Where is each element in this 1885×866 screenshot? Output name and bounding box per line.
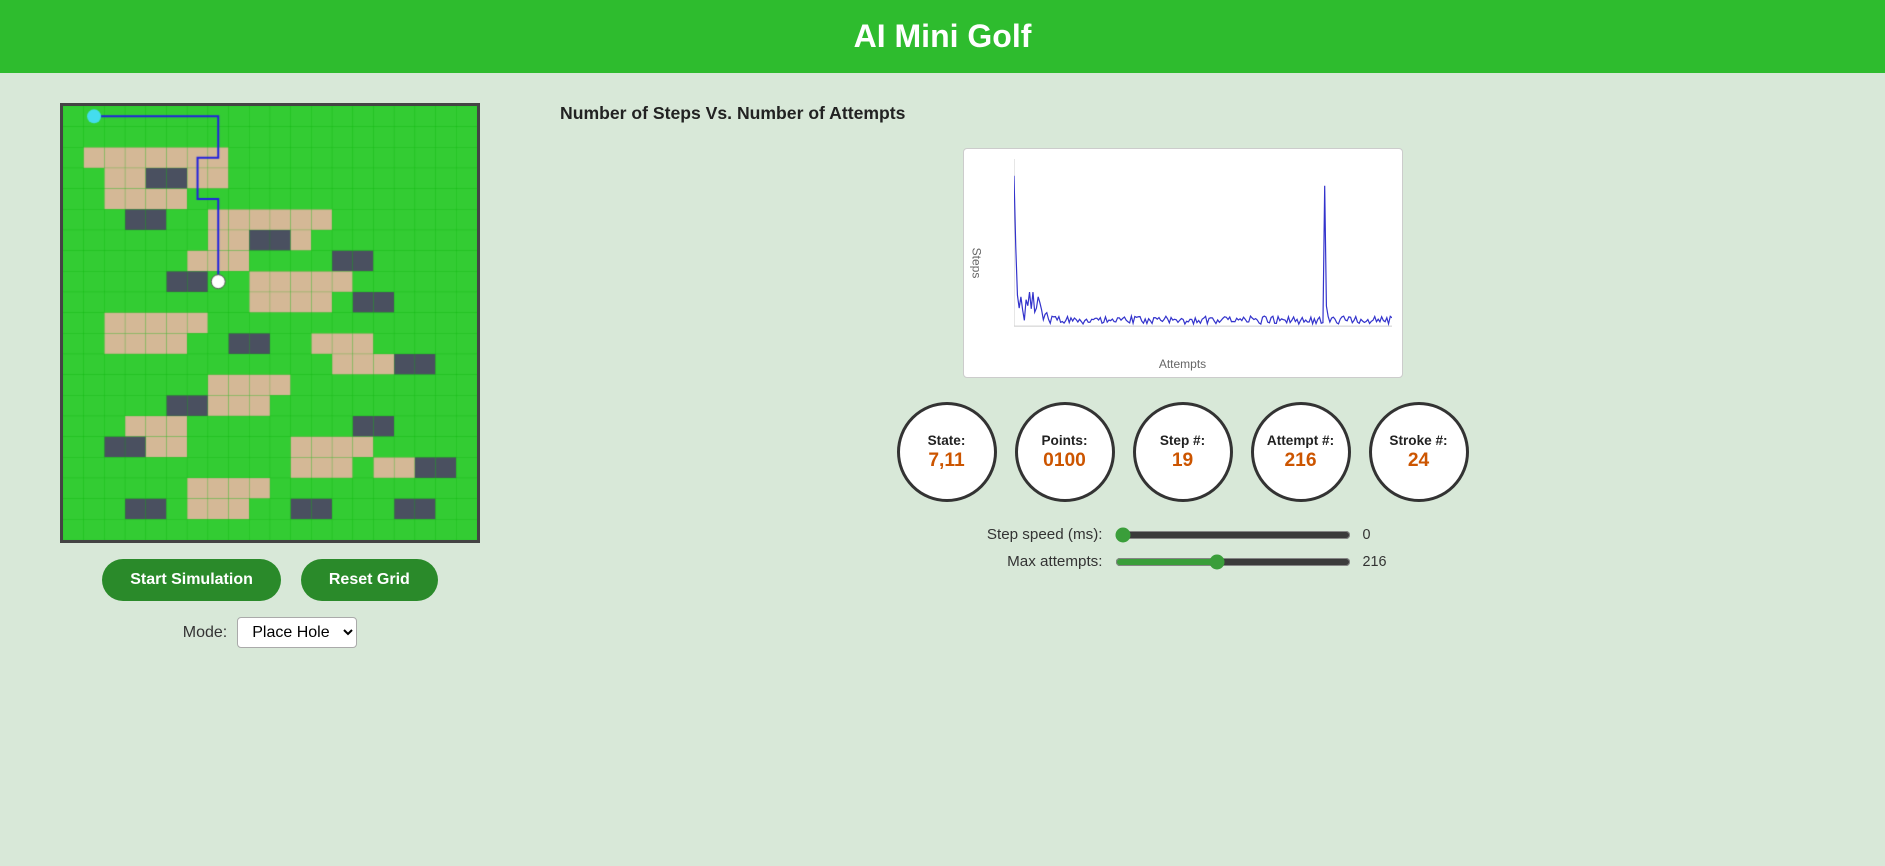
control-value: 0	[1363, 527, 1403, 543]
mode-label: Mode:	[183, 624, 227, 642]
chart-y-label: Steps	[970, 248, 984, 279]
stat-label: Attempt #:	[1267, 433, 1334, 448]
control-label: Step speed (ms):	[963, 526, 1103, 543]
right-panel: Number of Steps Vs. Number of Attempts S…	[540, 103, 1825, 570]
golf-grid[interactable]	[60, 103, 480, 543]
stat-value: 24	[1408, 450, 1429, 472]
control-slider[interactable]	[1115, 554, 1351, 570]
control-value: 216	[1363, 554, 1403, 570]
stat-value: 0100	[1043, 450, 1086, 472]
control-slider[interactable]	[1115, 527, 1351, 543]
mode-select[interactable]: Place HolePlace BallPlace WallErase	[237, 617, 357, 648]
controls-section: Step speed (ms): 0 Max attempts: 216	[963, 526, 1403, 570]
stat-value: 19	[1172, 450, 1193, 472]
stat-value: 216	[1284, 450, 1316, 472]
left-panel: Start Simulation Reset Grid Mode: Place …	[60, 103, 480, 648]
control-label: Max attempts:	[963, 553, 1103, 570]
chart-x-label: Attempts	[1159, 357, 1206, 371]
stat-label: Points:	[1041, 433, 1087, 448]
stats-row: State: 7,11Points: 0100Step #: 19Attempt…	[897, 402, 1469, 502]
stat-circle: Step #: 19	[1133, 402, 1233, 502]
golf-canvas[interactable]	[63, 106, 477, 540]
start-simulation-button[interactable]: Start Simulation	[102, 559, 281, 601]
chart-svg	[1014, 159, 1392, 347]
stat-circle: Stroke #: 24	[1369, 402, 1469, 502]
stat-circle: State: 7,11	[897, 402, 997, 502]
button-row: Start Simulation Reset Grid	[102, 559, 438, 601]
chart-container: Steps Attempts	[963, 148, 1403, 378]
control-row: Step speed (ms): 0	[963, 526, 1403, 543]
stat-label: Stroke #:	[1389, 433, 1447, 448]
stat-label: State:	[928, 433, 966, 448]
stat-value: 7,11	[928, 450, 964, 472]
app-title: AI Mini Golf	[18, 18, 1867, 55]
app-header: AI Mini Golf	[0, 0, 1885, 73]
stat-label: Step #:	[1160, 433, 1205, 448]
main-content: Start Simulation Reset Grid Mode: Place …	[0, 73, 1885, 678]
stat-circle: Attempt #: 216	[1251, 402, 1351, 502]
chart-title: Number of Steps Vs. Number of Attempts	[560, 103, 905, 124]
control-row: Max attempts: 216	[963, 553, 1403, 570]
mode-row: Mode: Place HolePlace BallPlace WallEras…	[183, 617, 357, 648]
reset-grid-button[interactable]: Reset Grid	[301, 559, 438, 601]
stat-circle: Points: 0100	[1015, 402, 1115, 502]
